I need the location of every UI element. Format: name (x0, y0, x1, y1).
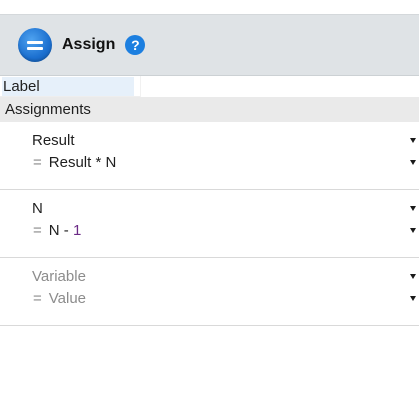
activity-title: Assign (62, 36, 116, 53)
assign-equals-icon (18, 28, 52, 62)
assignment-target-text: N (32, 199, 43, 217)
label-caption: Label (3, 77, 40, 95)
assignment-target-placeholder: Variable (32, 267, 86, 285)
assignment-target[interactable]: Result (32, 130, 75, 150)
assignment-expression[interactable]: = Value (32, 288, 86, 308)
top-strip (0, 0, 419, 14)
label-caption-cell: Label (0, 76, 140, 97)
assignment-row: N = N - 1 (0, 190, 419, 258)
equals-sign: = (33, 289, 42, 307)
dropdown-arrow-icon[interactable] (410, 206, 416, 211)
assignment-target[interactable]: Variable (32, 266, 86, 286)
assignment-target-text: Result (32, 131, 75, 149)
assignment-expression[interactable]: = Result * N (32, 152, 116, 172)
equals-sign: = (33, 221, 42, 239)
assignment-row-placeholder: Variable = Value (0, 258, 419, 326)
dropdown-arrow-icon[interactable] (410, 228, 416, 233)
label-input[interactable] (140, 75, 419, 97)
equals-sign: = (33, 153, 42, 171)
help-question-icon[interactable]: ? (125, 35, 146, 55)
dropdown-arrow-icon[interactable] (410, 274, 416, 279)
expression-placeholder: Value (48, 289, 87, 307)
expression-text: Result * N (48, 153, 117, 171)
activity-header: Assign ? (0, 14, 419, 76)
assignment-row: Result = Result * N (0, 122, 419, 190)
dropdown-arrow-icon[interactable] (410, 138, 416, 143)
dropdown-arrow-icon[interactable] (410, 160, 416, 165)
expression-number: 1 (72, 221, 82, 239)
assignment-target[interactable]: N (32, 198, 43, 218)
label-row: Label (0, 75, 419, 97)
assign-properties-panel: Assign ? Label Assignments Result = Resu… (0, 0, 419, 404)
dropdown-arrow-icon[interactable] (410, 296, 416, 301)
expression-text: N - (48, 221, 73, 239)
assignments-section-header: Assignments (0, 97, 419, 122)
assignment-expression[interactable]: = N - 1 (32, 220, 81, 240)
assignments-section-title: Assignments (5, 101, 91, 118)
